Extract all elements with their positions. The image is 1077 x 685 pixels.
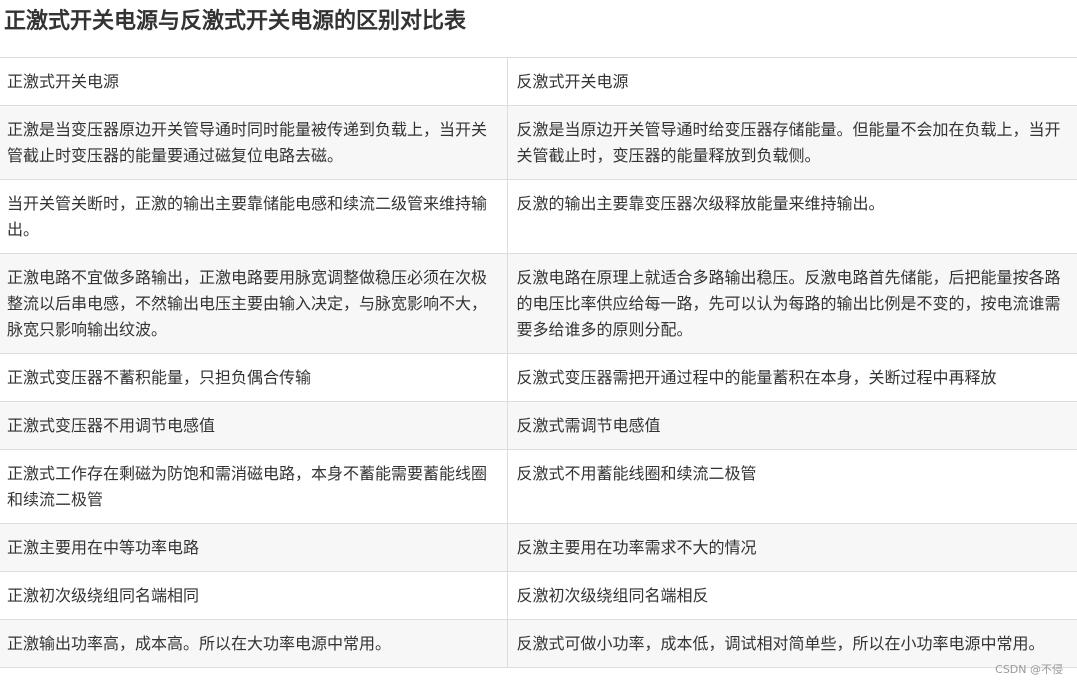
table-cell-flyback: 反激式不用蓄能线圈和续流二极管 (506, 449, 1077, 524)
table-cell-flyback: 反激的输出主要靠变压器次级释放能量来维持输出。 (506, 179, 1077, 254)
comparison-table: 正激式开关电源 反激式开关电源 正激是当变压器原边开关管导通时同时能量被传递到负… (0, 57, 1077, 668)
table-cell-flyback: 反激式可做小功率，成本低，调试相对简单些，所以在小功率电源中常用。 (506, 619, 1077, 668)
page-title: 正激式开关电源与反激式开关电源的区别对比表 (4, 9, 467, 34)
table-cell-forward: 正激是当变压器原边开关管导通时同时能量被传递到负载上，当开关管截止时变压器的能量… (0, 105, 507, 180)
table-cell-flyback: 反激初次级绕组同名端相反 (506, 571, 1077, 620)
table-row: 正激初次级绕组同名端相同 反激初次级绕组同名端相反 (0, 571, 1077, 620)
table-row: 正激输出功率高，成本高。所以在大功率电源中常用。 反激式可做小功率，成本低，调试… (0, 619, 1077, 668)
table-row: 正激电路不宜做多路输出，正激电路要用脉宽调整做稳压必须在次极整流以后串电感，不然… (0, 253, 1077, 354)
table-cell-forward: 当开关管关断时，正激的输出主要靠储能电感和续流二级管来维持输出。 (0, 179, 507, 254)
table-cell-flyback: 反激电路在原理上就适合多路输出稳压。反激电路首先储能，后把能量按各路的电压比率供… (506, 253, 1077, 354)
table-row: 正激是当变压器原边开关管导通时同时能量被传递到负载上，当开关管截止时变压器的能量… (0, 105, 1077, 180)
table-row: 正激主要用在中等功率电路 反激主要用在功率需求不大的情况 (0, 523, 1077, 572)
table-header-row: 正激式开关电源 反激式开关电源 (0, 57, 1077, 106)
table-header-cell-forward: 正激式开关电源 (0, 57, 507, 106)
table-cell-flyback: 反激是当原边开关管导通时给变压器存储能量。但能量不会加在负载上，当开关管截止时，… (506, 105, 1077, 180)
table-cell-flyback: 反激式需调节电感值 (506, 401, 1077, 450)
table-cell-forward: 正激式工作存在剩磁为防饱和需消磁电路，本身不蓄能需要蓄能线圈和续流二极管 (0, 449, 507, 524)
table-cell-flyback: 反激式变压器需把开通过程中的能量蓄积在本身，关断过程中再释放 (506, 353, 1077, 402)
table-cell-forward: 正激电路不宜做多路输出，正激电路要用脉宽调整做稳压必须在次极整流以后串电感，不然… (0, 253, 507, 354)
table-cell-forward: 正激式变压器不用调节电感值 (0, 401, 507, 450)
table-row: 正激式变压器不用调节电感值 反激式需调节电感值 (0, 401, 1077, 450)
table-cell-forward: 正激主要用在中等功率电路 (0, 523, 507, 572)
table-cell-forward: 正激输出功率高，成本高。所以在大功率电源中常用。 (0, 619, 507, 668)
table-row: 当开关管关断时，正激的输出主要靠储能电感和续流二级管来维持输出。 反激的输出主要… (0, 179, 1077, 254)
table-row: 正激式变压器不蓄积能量，只担负偶合传输 反激式变压器需把开通过程中的能量蓄积在本… (0, 353, 1077, 402)
table-cell-forward: 正激初次级绕组同名端相同 (0, 571, 507, 620)
table-row: 正激式工作存在剩磁为防饱和需消磁电路，本身不蓄能需要蓄能线圈和续流二极管 反激式… (0, 449, 1077, 524)
table-cell-flyback: 反激主要用在功率需求不大的情况 (506, 523, 1077, 572)
table-cell-forward: 正激式变压器不蓄积能量，只担负偶合传输 (0, 353, 507, 402)
watermark: CSDN @不侵 (995, 663, 1063, 676)
table-header-cell-flyback: 反激式开关电源 (506, 57, 1077, 106)
